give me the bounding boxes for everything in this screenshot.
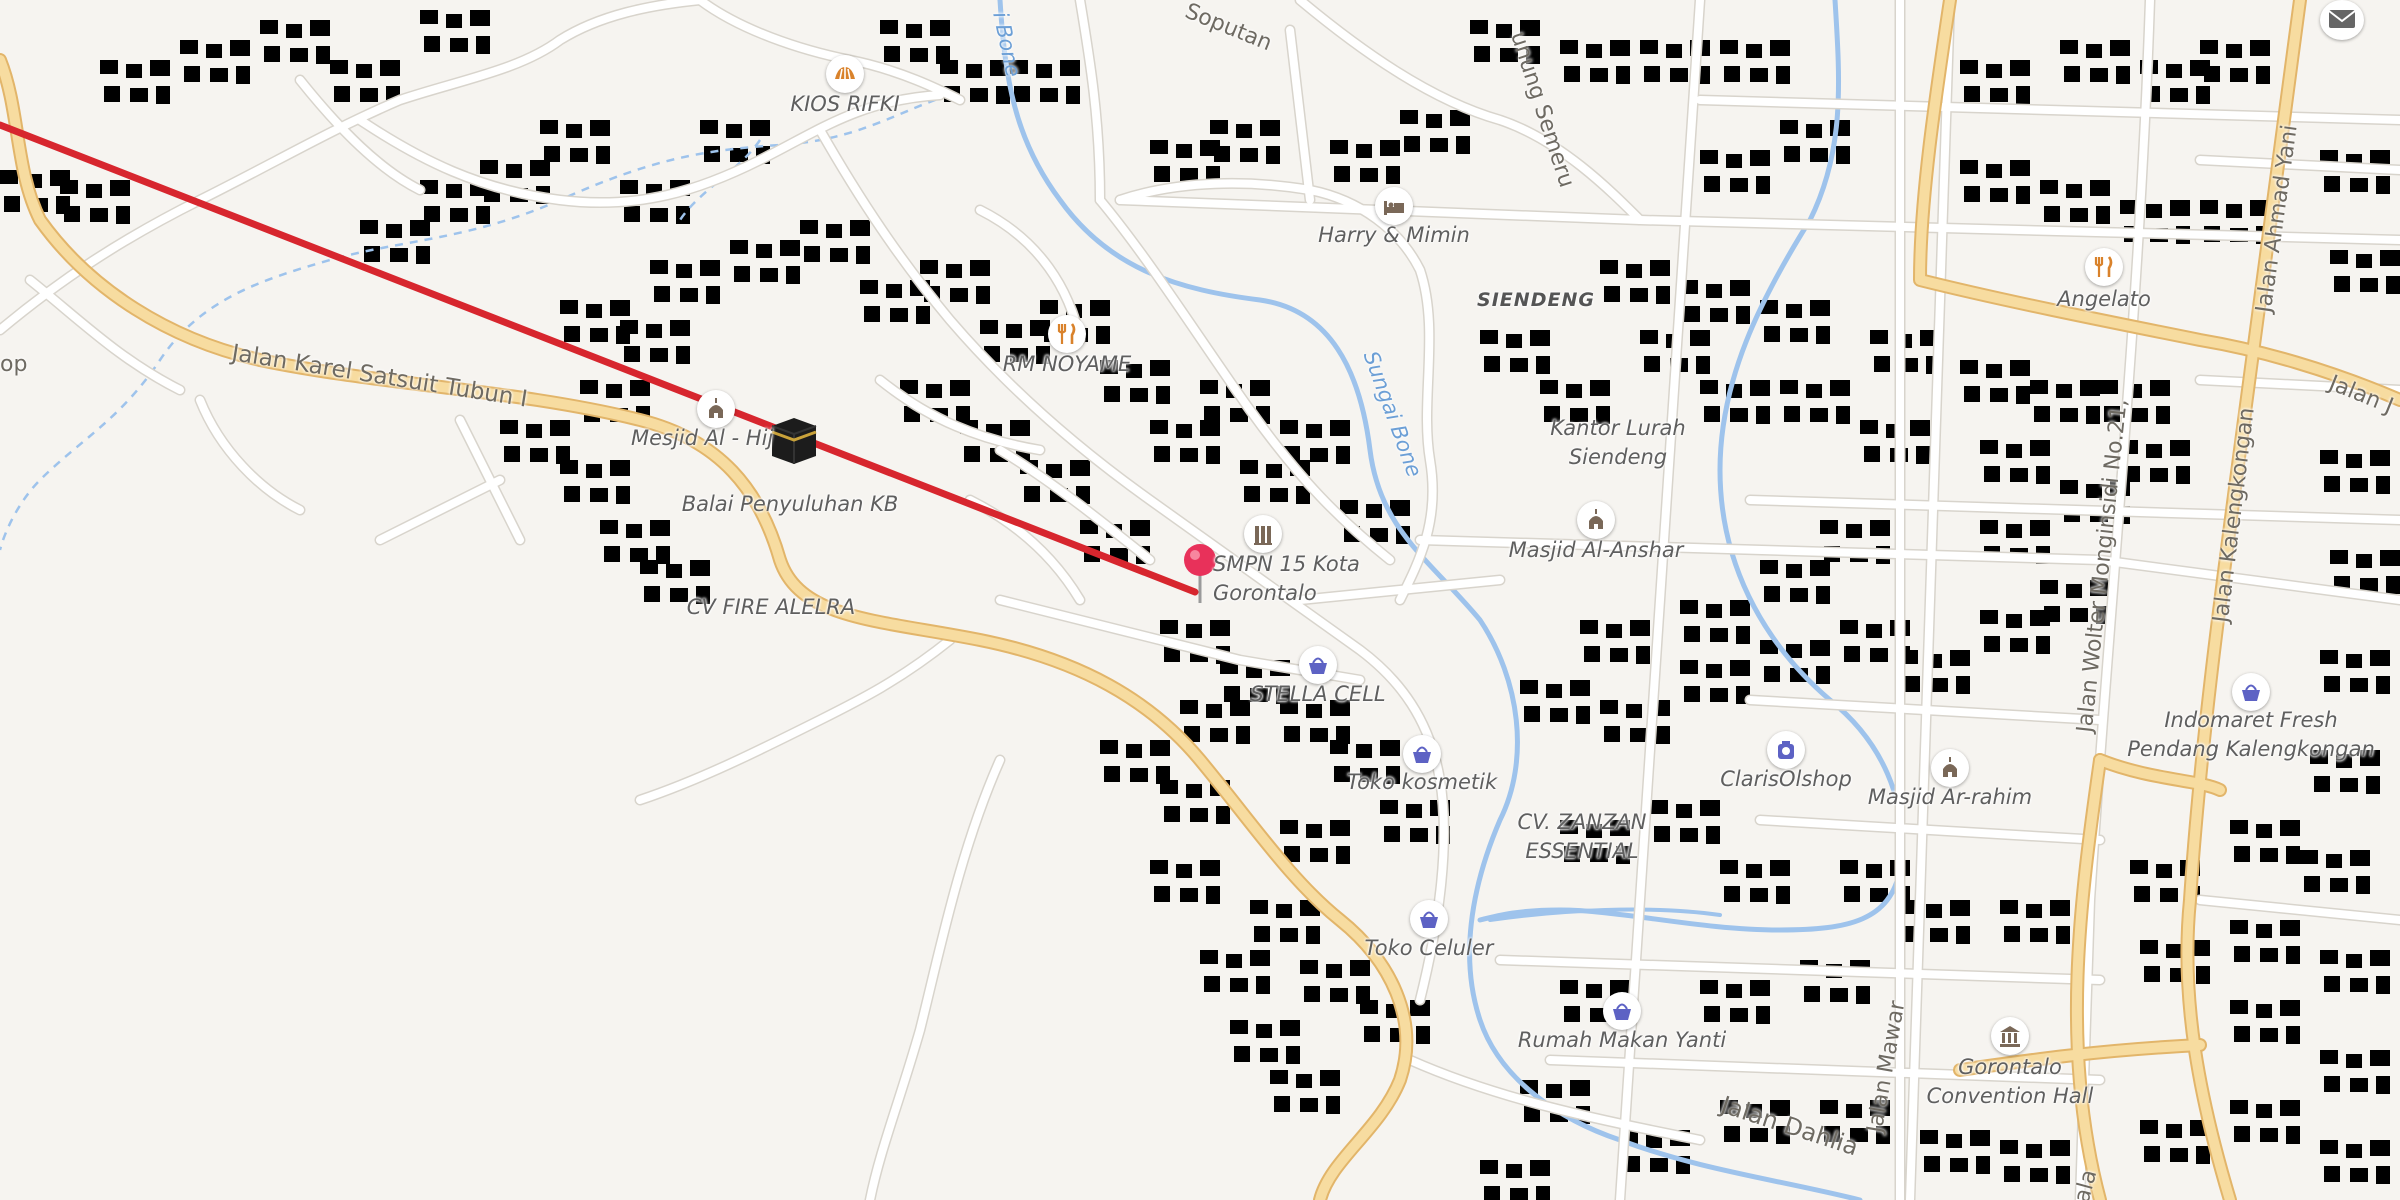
place-label-stella[interactable]: STELLA CELL [1250,680,1385,709]
school-icon[interactable] [1244,515,1282,553]
kantor-lurah-line2: Siendeng [1568,445,1668,469]
place-label-toko-celuler[interactable]: Toko Celuler [1365,934,1494,963]
shop-basket-icon[interactable] [1603,992,1641,1030]
kantor-lurah-line1: Kantor Lurah [1550,416,1686,440]
place-label-masjid-al-anshar[interactable]: Masjid Al-Anshar [1509,536,1684,565]
place-label-convention[interactable]: Gorontalo Convention Hall [1927,1053,2094,1111]
restaurant-icon[interactable] [1048,315,1086,353]
indomaret-line2: Pendang Kalengkongan [2127,737,2375,761]
place-label-zanzan[interactable]: CV. ZANZAN ESSENTIAL [1518,808,1647,866]
smpn-line2: Gorontalo [1213,581,1317,605]
place-label-smpn[interactable]: SMPN 15 Kota Gorontalo [1213,550,1360,608]
smpn-line1: SMPN 15 Kota [1213,552,1360,576]
convention-line1: Gorontalo [1958,1055,2062,1079]
place-label-angelato[interactable]: Angelato [2057,285,2151,314]
place-label-rm-noyame[interactable]: RM NOYAME [1003,350,1132,379]
shop-basket-icon[interactable] [1299,646,1337,684]
museum-icon[interactable] [1991,1017,2029,1055]
place-label-claris[interactable]: ClarisOlshop [1720,765,1852,794]
mosque-icon[interactable] [1931,749,1969,787]
mosque-icon[interactable] [1577,501,1615,539]
road-label-op: op [0,352,28,377]
indomaret-line1: Indomaret Fresh [2164,708,2338,732]
location-pin-icon[interactable] [1183,543,1217,610]
place-label-cv-fire[interactable]: CV FIRE ALELRA [687,593,856,622]
place-label-masjid-ar-rahim[interactable]: Masjid Ar-rahim [1868,783,2032,812]
bakery-icon[interactable] [826,55,864,93]
place-label-indomaret[interactable]: Indomaret Fresh Pendang Kalengkongan [2127,706,2375,764]
kaaba-icon[interactable] [766,412,822,473]
map-canvas[interactable]: Jalan Karel Satsuit Tubun I Soputan unun… [0,0,2400,1200]
place-label-mesjid[interactable]: Mesjid Al - Hij [631,424,773,453]
hotel-bed-icon[interactable] [1375,187,1413,225]
place-label-toko-kosmetik[interactable]: Toko kosmetik [1347,768,1497,797]
camera-shop-icon[interactable] [1767,731,1805,769]
convention-line2: Convention Hall [1926,1084,2094,1108]
zanzan-line1: CV. ZANZAN [1517,810,1647,834]
mail-icon[interactable] [2320,0,2364,40]
mosque-icon[interactable] [697,390,735,428]
zanzan-line2: ESSENTIAL [1525,839,1639,863]
restaurant-icon[interactable] [2085,248,2123,286]
place-label-kios-rifki[interactable]: KIOS RIFKI [790,90,899,119]
place-label-kantor-lurah[interactable]: Kantor Lurah Siendeng [1550,414,1685,472]
place-label-balai[interactable]: Balai Penyuluhan KB [682,490,899,519]
place-label-harry-mimin[interactable]: Harry & Mimin [1318,221,1470,250]
place-label-siendeng[interactable]: SIENDENG [1477,286,1595,315]
shop-basket-icon[interactable] [1410,900,1448,938]
place-label-rumah-makan[interactable]: Rumah Makan Yanti [1518,1026,1726,1055]
